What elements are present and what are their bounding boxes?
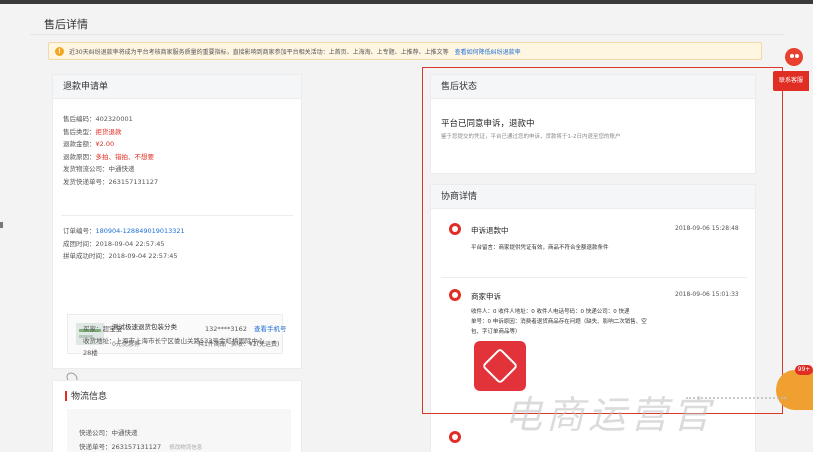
order-number-row: 订单编号：180904-128849019013321 [63, 227, 185, 235]
order-number-link[interactable]: 180904-128849019013321 [96, 227, 185, 235]
field-row: 退款原因：多拍、错拍、不想要 [63, 152, 154, 161]
entry-details: 收件人：0 收件人地址：0 收件人电话号码：0 快递公司：0 快递 单号：0 申… [471, 307, 741, 337]
page-title: 售后详情 [44, 18, 88, 31]
address-row: 收货地址：上海市上海市长宁区娄山关路533号金虹桥国际中心 [83, 337, 265, 345]
entry-line: 收件人：0 收件人地址：0 收件人电话号码：0 快递公司：0 快递 [471, 309, 630, 315]
entry-line: 单号：0 申诉原因：消费者退货商品存在问题（缺失、影响二次销售、空 [471, 319, 647, 325]
field-row: 售后编码：402320001 [63, 115, 133, 123]
divider [30, 34, 785, 35]
company-row: 快递公司：中通快递 [79, 429, 138, 437]
mascot-icon[interactable] [783, 44, 805, 68]
buyer-row: 买家：超宝宝 132****3162 查看手机号 [83, 323, 287, 335]
entry-time: 2018-09-06 15:28:48 [675, 225, 739, 232]
logistics-card: 物流信息 快递公司：中通快递 快递单号：263157131127 修改物流信息 [52, 380, 302, 452]
entry-line: 包、字订单商品等） [471, 329, 521, 335]
address-line2: 28楼 [83, 349, 98, 357]
notification-badge: 99+ [795, 365, 813, 375]
scroll-marker [0, 222, 3, 228]
field-row: 售后类型：拒货退款 [63, 127, 122, 136]
deal-time-row: 成团时间：2018-09-04 22:57:45 [63, 239, 165, 248]
record-icon [449, 289, 461, 301]
buyer-info: 买家：超宝宝 132****3162 查看手机号 收货地址：上海市上海市长宁区娄… [83, 323, 298, 359]
edit-logistics-link[interactable]: 修改物流信息 [169, 445, 202, 451]
top-bar [0, 0, 813, 4]
notice-text: 近30天纠纷退款率将成为平台考核商家服务质量的重要指标，直接影响到商家参加平台相… [69, 48, 449, 56]
field-row: 发货物流公司：中通快递 [63, 165, 135, 174]
status-card: 售后状态 平台已同意申诉，退款中 鉴于您提交的凭证，平台已通过您的申诉，货款将于… [430, 74, 756, 174]
divider [61, 215, 293, 216]
buyer-phone: 132****3162 [205, 325, 247, 333]
record-icon [449, 223, 461, 235]
entry-line: 平台留言：商家提供凭证有效，商品不符合全额退款条件 [471, 245, 609, 251]
record-icon [449, 431, 461, 443]
contact-service-button[interactable]: 联系客服 [773, 71, 809, 91]
field-row: 发货快递单号：263157131127 [63, 177, 159, 186]
status-desc: 鉴于您提交的凭证，平台已通过您的申诉，货款将于1-2日内退至您的账户 [441, 134, 621, 140]
card-title: 协商详情 [431, 185, 755, 209]
floating-helper-icon[interactable] [776, 370, 813, 410]
order-info: 订单编号：180904-128849019013321 成团时间：2018-09… [63, 225, 185, 263]
card-title: 退款申请单 [53, 75, 301, 99]
entry-title: 商家申诉 [471, 292, 501, 301]
status-headline: 平台已同意申诉，退款中 [441, 119, 535, 129]
refund-form-card: 退款申请单 售后编码：402320001 售后类型：拒货退款 退款金额：¥2.0… [52, 74, 302, 386]
merchant-logo-icon [481, 347, 519, 385]
refund-fields: 售后编码：402320001 售后类型：拒货退款 退款金额：¥2.00 退款原因… [63, 113, 158, 189]
section-marker [65, 391, 67, 401]
logistics-box: 快递公司：中通快递 快递单号：263157131127 修改物流信息 [67, 409, 291, 452]
logistics-title: 物流信息 [71, 392, 108, 402]
divider [441, 277, 747, 278]
entry-time: 2018-09-06 15:01:33 [675, 291, 739, 298]
card-title: 售后状态 [431, 75, 755, 99]
notice-link[interactable]: 查看如何降低纠纷退款率 [455, 47, 521, 56]
group-time-row: 拼单成功时间：2018-09-04 22:57:45 [63, 252, 178, 261]
warning-icon: ! [55, 46, 64, 56]
watermark-dots [686, 397, 786, 399]
tracking-row: 快递单号：263157131127 修改物流信息 [79, 443, 203, 451]
view-phone-link[interactable]: 查看手机号 [254, 323, 287, 335]
field-row: 退款金额：¥2.00 [63, 140, 115, 149]
entry-title: 申诉退款中 [471, 226, 509, 235]
watermark: 电商运营官 [504, 393, 715, 437]
notice-banner: ! 近30天纠纷退款率将成为平台考核商家服务质量的重要指标，直接影响到商家参加平… [48, 42, 762, 60]
